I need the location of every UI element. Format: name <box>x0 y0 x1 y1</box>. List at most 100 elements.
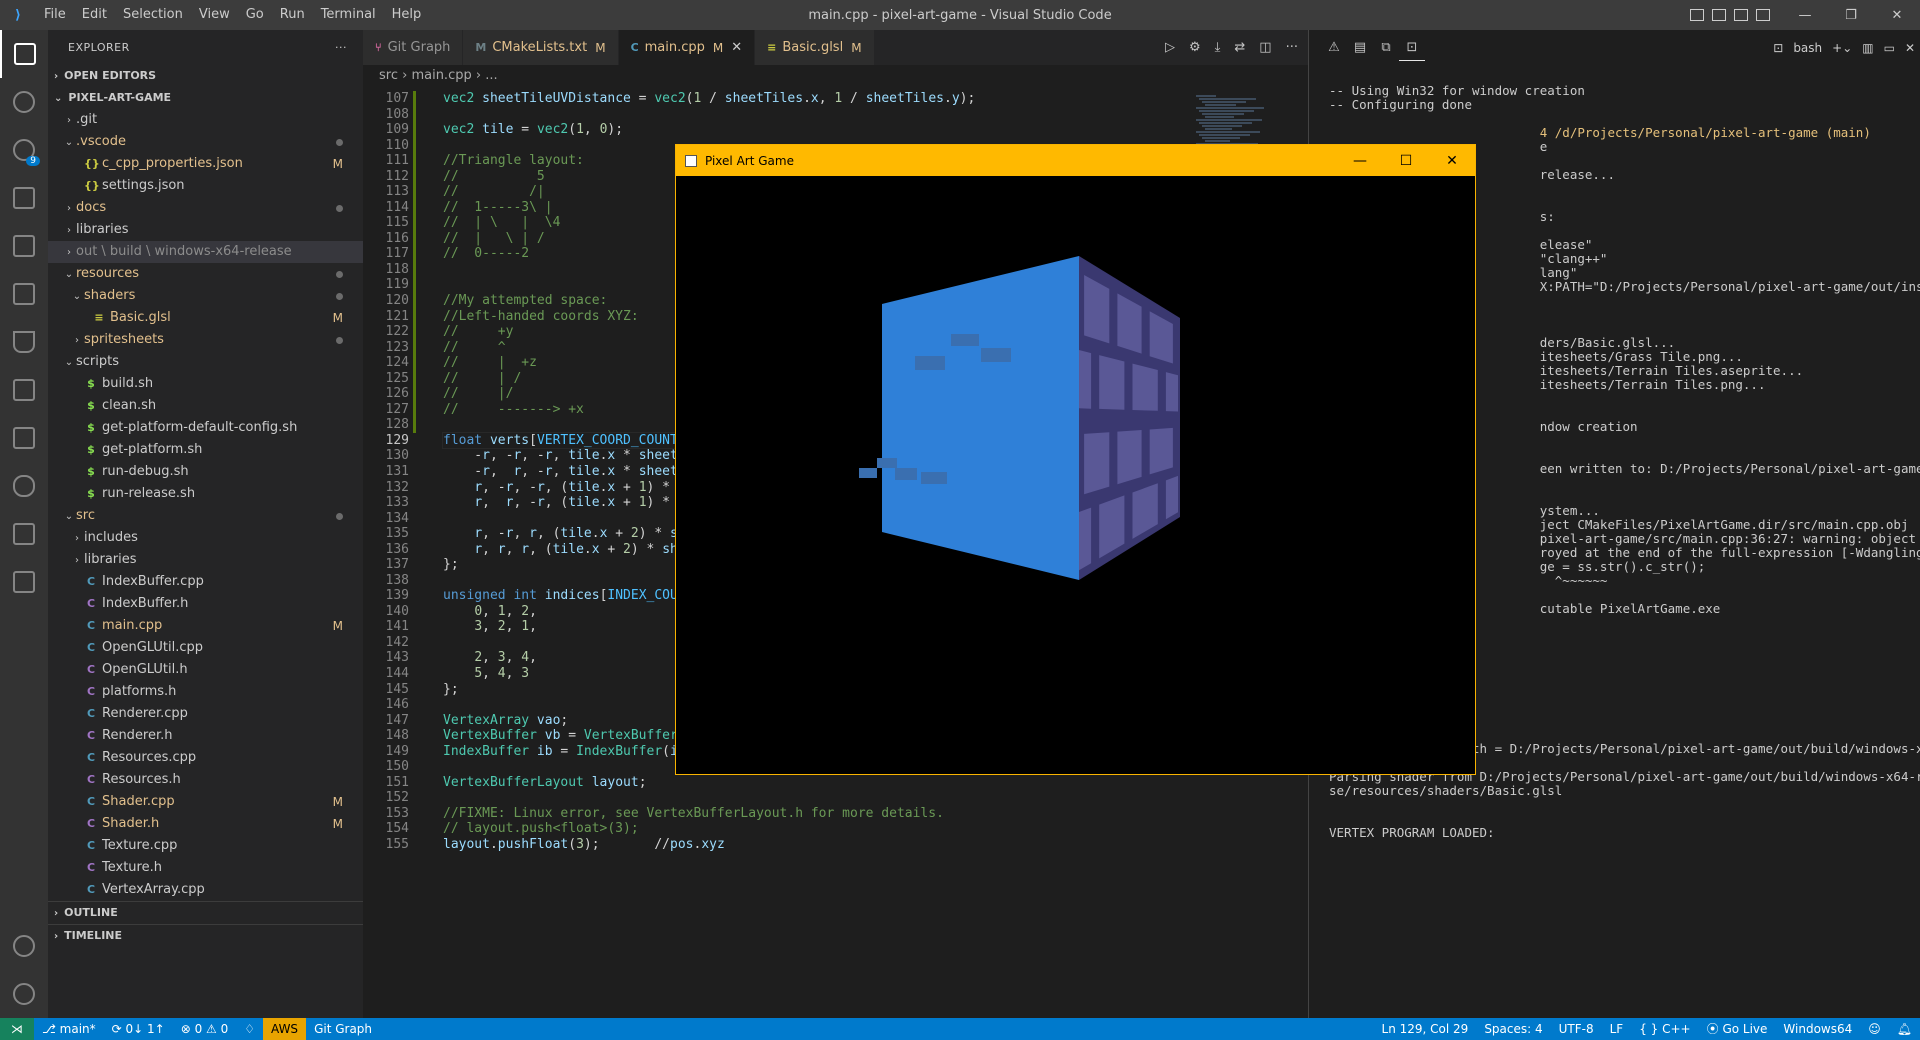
game-close-icon[interactable]: ✕ <box>1429 145 1475 176</box>
remote-explorer-icon[interactable] <box>0 222 48 270</box>
aws-toolkit-icon[interactable]: ♢ <box>236 1018 263 1040</box>
terminal-shell-name[interactable]: bash <box>1793 41 1822 55</box>
restore-icon[interactable]: ❐ <box>1828 0 1874 30</box>
terminal-tab-icon[interactable]: ⊡ <box>1399 34 1425 61</box>
menu-help[interactable]: Help <box>384 0 430 30</box>
folder-item[interactable]: › spritesheets <box>48 329 363 351</box>
game-viewport[interactable] <box>676 176 1475 774</box>
file-item[interactable]: {} c_cpp_properties.json M <box>48 153 363 175</box>
menu-view[interactable]: View <box>191 0 238 30</box>
git-sync[interactable]: ⟳ 0↓ 1↑ <box>104 1018 173 1040</box>
file-item[interactable]: C Renderer.h <box>48 725 363 747</box>
file-item[interactable]: $ get-platform-default-config.sh <box>48 417 363 439</box>
close-panel-icon[interactable]: ✕ <box>1905 41 1915 55</box>
tab-close-icon[interactable]: ✕ <box>731 40 742 55</box>
file-item[interactable]: $ clean.sh <box>48 395 363 417</box>
file-item[interactable]: {} settings.json <box>48 175 363 197</box>
cursor-position[interactable]: Ln 129, Col 29 <box>1374 1018 1477 1040</box>
game-maximize-icon[interactable]: ☐ <box>1383 145 1429 176</box>
tab-basic-glsl[interactable]: ≡ Basic.glsl M <box>755 30 875 65</box>
folder-item[interactable]: ⌄ scripts <box>48 351 363 373</box>
file-item[interactable]: C Resources.cpp <box>48 747 363 769</box>
file-item[interactable]: C OpenGLUtil.h <box>48 659 363 681</box>
file-item[interactable]: C Shader.cpp M <box>48 791 363 813</box>
menu-go[interactable]: Go <box>238 0 272 30</box>
menu-terminal[interactable]: Terminal <box>313 0 384 30</box>
notifications-bell-icon[interactable]: 🔔︎ <box>1889 1018 1920 1040</box>
folder-item[interactable]: › .git <box>48 109 363 131</box>
game-window[interactable]: Pixel Art Game — ☐ ✕ <box>675 144 1476 775</box>
end-of-line[interactable]: LF <box>1602 1018 1632 1040</box>
menu-selection[interactable]: Selection <box>115 0 191 30</box>
language-mode[interactable]: { } C++ <box>1631 1018 1698 1040</box>
accounts-icon[interactable] <box>0 922 48 970</box>
toggle-sidebar-icon[interactable] <box>1690 9 1704 21</box>
problems-icon[interactable]: ⚠ <box>1321 35 1347 61</box>
kill-terminal-icon[interactable]: ▥ <box>1862 41 1873 55</box>
source-control-icon[interactable]: 9 <box>0 126 48 174</box>
folder-item[interactable]: ⌄ .vscode <box>48 131 363 153</box>
encoding[interactable]: UTF-8 <box>1551 1018 1602 1040</box>
more-icon[interactable]: ··· <box>1286 40 1298 55</box>
remote-indicator-icon[interactable]: ⋊ <box>0 1018 34 1040</box>
folder-item[interactable]: › out \ build \ windows-x64-release <box>48 241 363 263</box>
file-item[interactable]: $ get-platform.sh <box>48 439 363 461</box>
minimize-icon[interactable]: — <box>1782 0 1828 30</box>
breadcrumb-item[interactable]: main.cpp <box>411 68 471 83</box>
timeline-section[interactable]: › TIMELINE <box>48 924 363 947</box>
search-icon[interactable] <box>0 78 48 126</box>
file-item[interactable]: $ build.sh <box>48 373 363 395</box>
settings-gear-icon[interactable]: ⚙ <box>1189 40 1201 55</box>
file-item[interactable]: C IndexBuffer.cpp <box>48 571 363 593</box>
toggle-secondary-sidebar-icon[interactable] <box>1734 9 1748 21</box>
file-item[interactable]: C Renderer.cpp <box>48 703 363 725</box>
new-terminal-icon[interactable]: +⌄ <box>1832 41 1852 55</box>
tab-main-cpp[interactable]: Cmain.cpp M ✕ <box>618 30 756 65</box>
compare-icon[interactable]: ⇄ <box>1234 40 1245 55</box>
file-item[interactable]: C Resources.h <box>48 769 363 791</box>
git-graph-status[interactable]: Git Graph <box>306 1018 380 1040</box>
tab-cmakelists-txt[interactable]: M CMakeLists.txt M <box>463 30 619 65</box>
notebook-icon[interactable] <box>0 558 48 606</box>
file-item[interactable]: $ run-release.sh <box>48 483 363 505</box>
folder-item[interactable]: › docs <box>48 197 363 219</box>
tab-git-graph[interactable]: ⑂ Git Graph <box>363 30 464 65</box>
file-item[interactable]: C Texture.h <box>48 857 363 879</box>
go-live-button[interactable]: ⦿ Go Live <box>1699 1018 1776 1040</box>
split-editor-icon[interactable]: ◫ <box>1259 40 1271 55</box>
close-icon[interactable]: ✕ <box>1874 0 1920 30</box>
manage-gear-icon[interactable] <box>0 970 48 1018</box>
game-minimize-icon[interactable]: — <box>1337 145 1383 176</box>
breadcrumb-item[interactable]: ... <box>485 68 497 83</box>
indentation[interactable]: Spaces: 4 <box>1476 1018 1550 1040</box>
save-icon[interactable]: ⤓ <box>1215 40 1221 55</box>
file-item[interactable]: C OpenGLUtil.cpp <box>48 637 363 659</box>
folder-item[interactable]: › libraries <box>48 219 363 241</box>
folder-item[interactable]: ⌄ shaders <box>48 285 363 307</box>
aws-icon[interactable] <box>0 462 48 510</box>
game-window-titlebar[interactable]: Pixel Art Game — ☐ ✕ <box>676 145 1475 176</box>
file-item[interactable]: C VertexArray.cpp <box>48 879 363 901</box>
explorer-icon[interactable] <box>0 30 48 78</box>
project-section[interactable]: ⌄ PIXEL-ART-GAME <box>48 87 363 109</box>
folder-item[interactable]: › libraries <box>48 549 363 571</box>
outline-section[interactable]: › OUTLINE <box>48 901 363 924</box>
output-icon[interactable]: ▤ <box>1347 35 1373 61</box>
file-item[interactable]: Cplatforms.h <box>48 681 363 703</box>
file-item[interactable]: C IndexBuffer.h <box>48 593 363 615</box>
breadcrumb-item[interactable]: src <box>379 68 398 83</box>
docker-icon[interactable] <box>0 414 48 462</box>
testing-icon[interactable] <box>0 318 48 366</box>
cmake-icon[interactable] <box>0 366 48 414</box>
customize-layout-icon[interactable] <box>1756 9 1770 21</box>
folder-item[interactable]: ⌄ resources <box>48 263 363 285</box>
maximize-panel-icon[interactable]: ▭ <box>1884 41 1895 55</box>
toggle-panel-icon[interactable] <box>1712 9 1726 21</box>
aws-status[interactable]: AWS <box>263 1018 307 1040</box>
debug-console-icon[interactable]: ⧉ <box>1373 35 1399 61</box>
more-actions-icon[interactable]: ··· <box>335 41 347 54</box>
run-icon[interactable]: ▷ <box>1165 40 1175 55</box>
file-item[interactable]: C Texture.cpp <box>48 835 363 857</box>
problems-count[interactable]: ⊗ 0 ⚠ 0 <box>173 1018 237 1040</box>
folder-item[interactable]: › includes <box>48 527 363 549</box>
